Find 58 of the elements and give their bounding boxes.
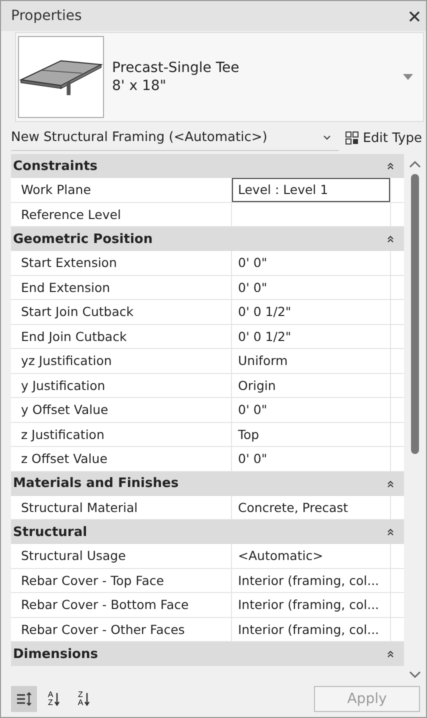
property-value-field[interactable]: Level : Level 1 — [232, 178, 390, 202]
property-name: Structural Usage — [11, 544, 232, 568]
property-name: Start Join Cutback — [11, 300, 232, 324]
property-name: Rebar Cover - Bottom Face — [11, 593, 232, 616]
property-name: yz Justification — [11, 349, 232, 372]
property-name: y Justification — [11, 374, 232, 397]
property-value: 0' 0" — [237, 450, 268, 468]
double-chevron-icon[interactable] — [387, 162, 394, 170]
down-arrow-icon — [54, 692, 60, 706]
grid-icon — [344, 131, 359, 145]
close-icon[interactable] — [407, 8, 422, 24]
down-arrow-icon — [84, 692, 90, 706]
property-value: Origin — [237, 376, 277, 395]
group-header[interactable]: Geometric Position — [11, 227, 404, 251]
property-name: z Justification — [11, 422, 232, 446]
type-size: 8' x 18" — [112, 78, 168, 94]
group-header[interactable]: Dimensions — [11, 642, 404, 666]
property-name: Structural Material — [11, 496, 232, 519]
property-name: z Offset Value — [11, 447, 232, 470]
scroll-down-icon[interactable] — [409, 671, 421, 679]
double-chevron-icon[interactable] — [387, 650, 394, 658]
double-chevron-icon[interactable] — [387, 480, 394, 488]
property-value: Interior (framing, col... — [237, 620, 380, 639]
type-selector[interactable]: Precast-Single Tee 8' x 18" — [15, 32, 424, 122]
property-name: Rebar Cover - Other Faces — [11, 618, 232, 641]
group-header[interactable]: Materials and Finishes — [11, 472, 404, 496]
scroll-up-icon[interactable] — [409, 160, 421, 168]
property-value: 0' 0" — [237, 401, 268, 420]
property-name: Start Extension — [11, 251, 232, 274]
instance-filter-dropdown[interactable]: New Structural Framing (<Automatic>) — [11, 126, 339, 150]
property-value: Top — [237, 426, 260, 444]
double-chevron-icon[interactable] — [387, 235, 394, 243]
property-name: End Join Cutback — [11, 324, 232, 348]
property-value: 0' 0 1/2" — [237, 303, 292, 322]
categorized-button[interactable] — [11, 686, 37, 712]
window-title: Properties — [11, 8, 82, 24]
property-value: Uniform — [237, 352, 289, 370]
property-value: <Automatic> — [237, 547, 324, 566]
property-value: Concrete, Precast — [237, 498, 350, 517]
group-header[interactable]: Constraints — [11, 154, 404, 178]
property-name: Reference Level — [11, 202, 232, 226]
property-name: Rebar Cover - Top Face — [11, 568, 232, 592]
property-value: Interior (framing, col... — [237, 572, 380, 590]
dropdown-arrow-icon[interactable] — [403, 74, 413, 80]
chevron-down-icon[interactable] — [322, 134, 331, 140]
property-name: y Offset Value — [11, 398, 232, 422]
double-chevron-icon[interactable] — [387, 528, 394, 536]
group-header[interactable]: Structural — [11, 520, 404, 544]
property-value: 0' 0" — [237, 278, 268, 297]
property-value: 0' 0 1/2" — [237, 328, 292, 346]
scrollbar-thumb[interactable] — [411, 174, 419, 454]
edit-type-button[interactable]: Edit Type — [338, 130, 422, 146]
property-name: Work Plane — [11, 178, 232, 202]
type-name: Precast-Single Tee — [112, 60, 240, 76]
property-value: Interior (framing, col... — [237, 596, 380, 614]
lines-arrow-icon — [16, 692, 32, 706]
property-name: End Extension — [11, 276, 232, 299]
property-value: 0' 0" — [237, 254, 268, 272]
